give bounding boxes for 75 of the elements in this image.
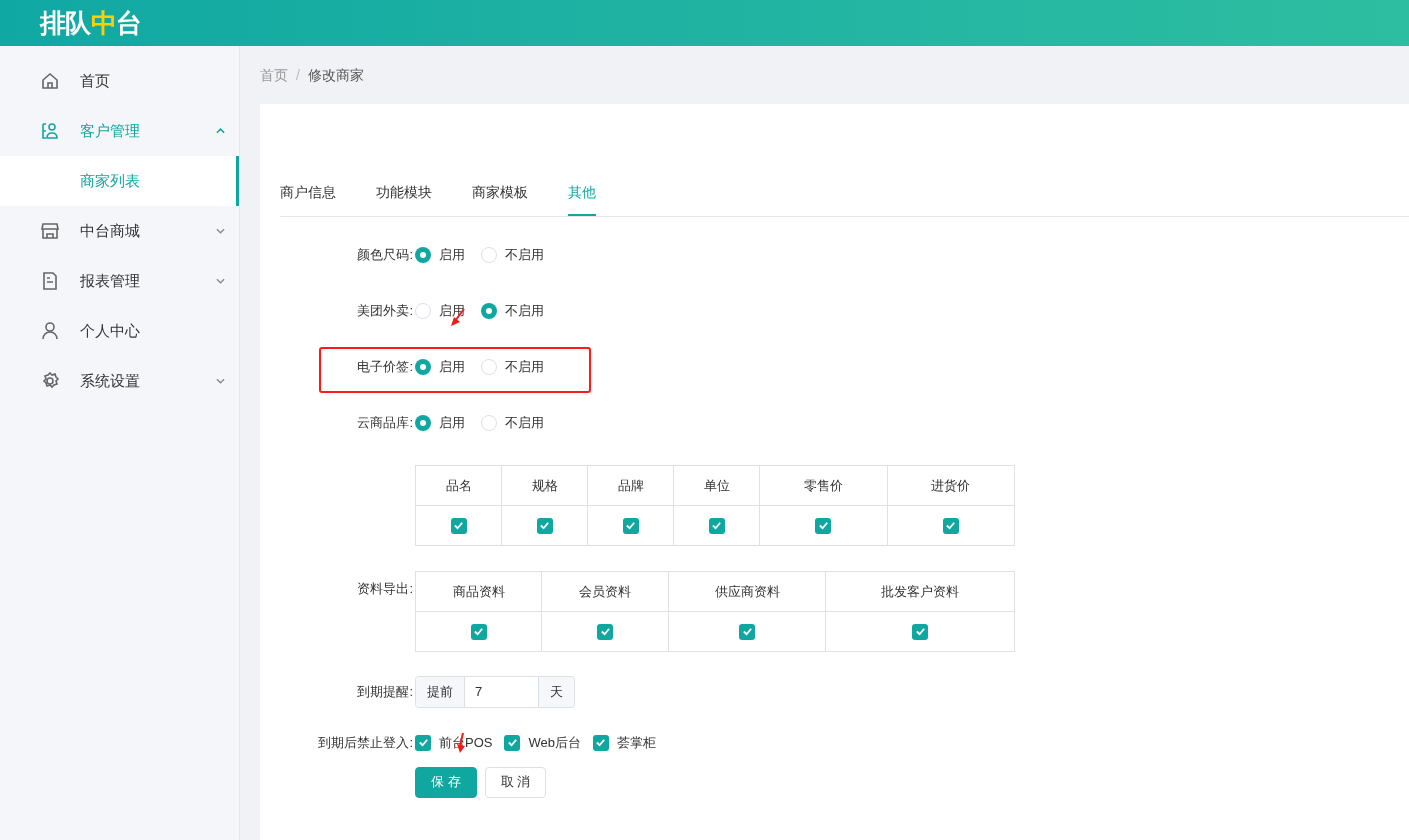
cancel-button[interactable]: 取 消: [484, 766, 547, 798]
column-header: 进货价: [887, 465, 1015, 506]
checkmark-icon: [945, 520, 957, 531]
sidebar-item[interactable]: 报表管理: [0, 256, 239, 306]
radio-option[interactable]: 启用: [415, 357, 465, 377]
input-prefix: 提前: [416, 677, 465, 707]
sidebar-item[interactable]: 中台商城: [0, 206, 239, 256]
home-icon: [40, 71, 60, 91]
field-label: 美团外卖:: [357, 303, 413, 318]
radio-option[interactable]: 不启用: [481, 413, 544, 433]
checkmark-icon: [417, 737, 429, 749]
field-label: 电子价签:: [357, 359, 413, 374]
checkmark-icon: [506, 737, 518, 749]
column-header: 品牌: [587, 465, 674, 506]
tab[interactable]: 商户信息: [280, 170, 336, 216]
breadcrumb-separator: /: [296, 65, 300, 85]
breadcrumb-current: 修改商家: [307, 65, 364, 85]
sidebar-item[interactable]: 系统设置: [0, 356, 239, 406]
field-label: 云商品库:: [357, 415, 413, 430]
number-input[interactable]: 7: [465, 677, 538, 707]
radio-option[interactable]: 启用: [415, 301, 465, 321]
checkbox[interactable]: [708, 517, 725, 534]
field-label: 颜色尺码:: [357, 247, 413, 262]
checkbox[interactable]: [622, 517, 639, 534]
field-label: 到期后禁止登入:: [318, 735, 413, 750]
column-header: 供应商资料: [668, 571, 826, 612]
checkmark-icon: [625, 520, 637, 531]
checkbox[interactable]: [597, 623, 614, 640]
checkbox[interactable]: [592, 734, 609, 751]
tab[interactable]: 功能模块: [376, 170, 432, 216]
checkmark-icon: [539, 520, 550, 531]
radio-option[interactable]: 不启用: [481, 245, 544, 265]
checkmark-icon: [473, 626, 485, 637]
column-header: 规格: [501, 465, 588, 506]
column-header: 零售价: [759, 465, 887, 506]
document-icon: [40, 271, 60, 291]
checkbox-option[interactable]: Web后台: [504, 733, 581, 753]
number-field[interactable]: 提前 7 天: [415, 676, 575, 708]
checkbox[interactable]: [912, 623, 929, 640]
checkbox[interactable]: [450, 517, 467, 534]
settings-icon: [40, 371, 60, 391]
checkmark-icon: [741, 626, 753, 637]
sidebar-item[interactable]: 首页: [0, 56, 239, 106]
checkmark-icon: [453, 520, 464, 531]
radio-option[interactable]: 启用: [415, 413, 465, 433]
sidebar-item[interactable]: 个人中心: [0, 306, 239, 356]
checkbox[interactable]: [942, 517, 959, 534]
field-label: 到期提醒:: [357, 684, 413, 700]
checkbox[interactable]: [815, 517, 832, 534]
radio-option[interactable]: 不启用: [481, 301, 544, 321]
radio-option[interactable]: 启用: [415, 245, 465, 265]
checkmark-icon: [595, 737, 607, 749]
field-label: 资料导出:: [357, 581, 413, 596]
input-suffix: 天: [538, 677, 574, 707]
checkbox-option[interactable]: 荟掌柜: [592, 733, 656, 753]
column-header: 品名: [415, 465, 502, 506]
column-header: 批发客户资料: [825, 571, 1015, 612]
logo: 排队中台: [40, 6, 142, 40]
checkmark-icon: [599, 626, 611, 637]
checkmark-icon: [817, 520, 829, 531]
checkbox[interactable]: [470, 623, 487, 640]
column-header: 会员资料: [541, 571, 669, 612]
tab[interactable]: 商家模板: [472, 170, 528, 216]
checkbox[interactable]: [536, 517, 553, 534]
column-header: 商品资料: [415, 571, 542, 612]
store-icon: [40, 221, 60, 241]
radio-option[interactable]: 不启用: [481, 357, 544, 377]
checkbox[interactable]: [504, 734, 521, 751]
checkbox[interactable]: [415, 734, 431, 751]
person-icon: [40, 321, 60, 341]
checkmark-icon: [711, 520, 723, 531]
checkmark-icon: [914, 626, 926, 637]
people-icon: [40, 121, 60, 141]
checkbox[interactable]: [739, 623, 756, 640]
column-header: 单位: [673, 465, 760, 506]
